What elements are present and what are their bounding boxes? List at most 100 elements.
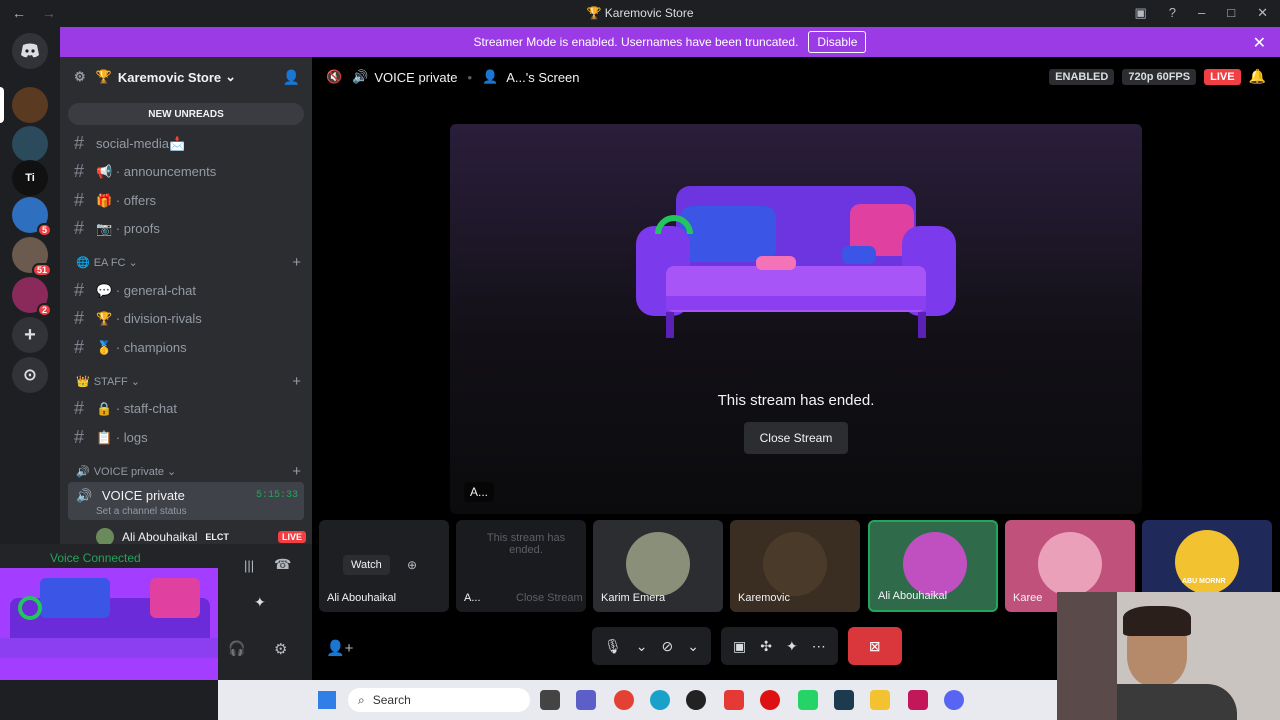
participant-tile[interactable]: Karemovic [730,520,860,612]
category-eafc[interactable]: 🌐 EA FC ⌄ + [76,254,301,271]
avatar [903,532,967,596]
channel-general-chat[interactable]: # 💬 · general-chat [74,280,304,301]
screen-share-icon[interactable]: ▣ [733,638,746,655]
invite-icon[interactable]: 👤 [283,69,300,86]
tile-overlay-text: This stream has ended. [486,532,566,556]
taskbar-search[interactable]: ⌕ Search [348,688,530,712]
close-icon[interactable]: ✕ [1253,33,1266,53]
notification-icon[interactable]: 🔔 [1249,68,1266,85]
hash-icon: # [74,337,85,357]
voice-connected-label[interactable]: Voice Connected [50,551,141,565]
voice-user-name: Ali Abouhaikal [122,530,198,544]
opera-icon[interactable] [760,690,780,710]
new-unreads-bar[interactable]: NEW UNREADS [68,103,304,125]
add-person-icon[interactable]: 👤+ [326,639,353,657]
minimize-icon[interactable]: – [1198,5,1205,21]
title-bar: ← → 🏆 Karemovic Store ▣ ? – □ ✕ [0,0,1280,27]
channel-social-media[interactable]: # social-media📩 [74,133,304,154]
discord-home-icon[interactable] [12,33,48,69]
trophy-icon: 🏆 [95,69,112,84]
primavera-icon[interactable] [908,690,928,710]
close-stream-button[interactable]: Close Stream [744,422,848,454]
hash-icon: # [74,308,85,328]
channel-label: 💬 · general-chat [96,282,197,298]
channel-staff-chat[interactable]: # 🔒 · staff-chat [74,398,304,419]
add-channel-icon[interactable]: + [292,463,301,480]
add-channel-icon[interactable]: + [292,254,301,271]
github-icon[interactable] [686,690,706,710]
hash-icon: # [74,190,85,210]
edge-icon[interactable] [650,690,670,710]
windows-start-icon[interactable] [318,691,336,709]
media-icon[interactable] [724,690,744,710]
stream-preview[interactable] [0,568,218,680]
channel-offers[interactable]: # 🎁 · offers [74,190,304,211]
server-icon-6[interactable]: 2 [12,277,52,317]
soundboard-icon[interactable]: ✦ [786,638,798,655]
whatsapp-icon[interactable] [798,690,818,710]
discord-taskbar-icon[interactable] [944,690,964,710]
headphones-icon[interactable]: 🎧 [228,640,245,657]
leave-call-button[interactable]: ⊠ [847,627,902,665]
channel-label: 🔒 · staff-chat [96,400,177,416]
streamer-mode-banner: Streamer Mode is enabled. Usernames have… [60,27,1280,57]
category-staff[interactable]: 👑 STAFF ⌄ + [76,373,301,390]
mic-control[interactable]: 🎙 ⌄ ⊘ ⌄ [592,627,711,665]
channel-champions[interactable]: # 🥇 · champions [74,337,304,358]
voice-channel-item[interactable]: 🔊 VOICE private 5:15:33 Set a channel st… [68,482,304,520]
maximize-icon[interactable]: □ [1227,5,1235,21]
hash-icon: # [74,133,85,153]
channel-logs[interactable]: # 📋 · logs [74,427,304,448]
disconnect-icon[interactable]: ☎ [274,556,291,573]
server-icon-4[interactable]: 5 [12,197,52,237]
server-icon-2[interactable] [12,126,48,162]
channel-label: social-media📩 [96,135,186,151]
chevron-down-icon[interactable]: ⌄ [687,638,699,655]
channel-label: 📋 · logs [96,429,148,445]
microphone-icon[interactable]: 🎙 [604,638,622,655]
participant-tile[interactable]: Karim Emera [593,520,723,612]
popout-icon[interactable]: ⊕ [407,558,417,572]
hash-icon: # [74,398,85,418]
settings-icon[interactable]: ⚙ [274,640,287,658]
add-channel-icon[interactable]: + [292,373,301,390]
category-voice[interactable]: 🔊 VOICE private ⌄ + [76,463,301,480]
server-icon-3[interactable]: Ti [12,160,48,196]
participant-tile[interactable]: Ali Abouhaikal [868,520,998,612]
capcut-icon[interactable] [834,690,854,710]
watch-button[interactable]: Watch [343,555,390,575]
category-label: STAFF [93,375,128,388]
participant-tile[interactable]: This stream has ended. A... Close Stream [456,520,586,612]
channel-announcements[interactable]: # 📢 · announcements [74,161,304,182]
more-icon[interactable]: ⋯ [812,638,826,655]
disable-button[interactable]: Disable [808,31,867,53]
mute-icon[interactable]: 🔇 [326,69,342,85]
inbox-icon[interactable]: ▣ [1134,5,1146,21]
channel-status[interactable]: Set a channel status [96,506,187,517]
quality-badge[interactable]: 720p 60FPS [1122,68,1197,85]
unread-badge: 51 [31,263,52,277]
person-hair [1123,606,1191,636]
participant-tile[interactable]: Watch ⊕ Ali Abouhaikal [319,520,449,612]
server-icon-1[interactable] [12,87,48,123]
activities-icon[interactable]: ✣ [760,638,772,655]
soundboard-icon[interactable]: ||| [244,558,254,573]
chevron-down-icon[interactable]: ⌄ [636,638,648,655]
server-header[interactable]: ⚙ 🏆 Karemovic Store ⌄ 👤 [60,57,312,97]
channel-proofs[interactable]: # 📷 · proofs [74,218,304,239]
speaker-icon: 🔊 [76,466,90,478]
explore-icon[interactable]: ⊙ [12,357,48,393]
help-icon[interactable]: ? [1169,5,1176,21]
task-view-icon[interactable] [540,690,560,710]
server-icon-5[interactable]: 51 [12,237,52,277]
call-controls: 🎙 ⌄ ⊘ ⌄ ▣ ✣ ✦ ⋯ ⊠ [592,627,902,665]
teams-icon[interactable] [576,690,596,710]
chrome-icon[interactable] [614,690,634,710]
add-server-icon[interactable]: + [12,317,48,353]
activity-icon[interactable]: ✦ [254,594,266,611]
folder-icon[interactable] [870,690,890,710]
camera-off-icon[interactable]: ⊘ [662,638,674,655]
globe-icon: 🌐 [76,257,90,269]
channel-division-rivals[interactable]: # 🏆 · division-rivals [74,308,304,329]
close-window-icon[interactable]: ✕ [1257,5,1268,21]
